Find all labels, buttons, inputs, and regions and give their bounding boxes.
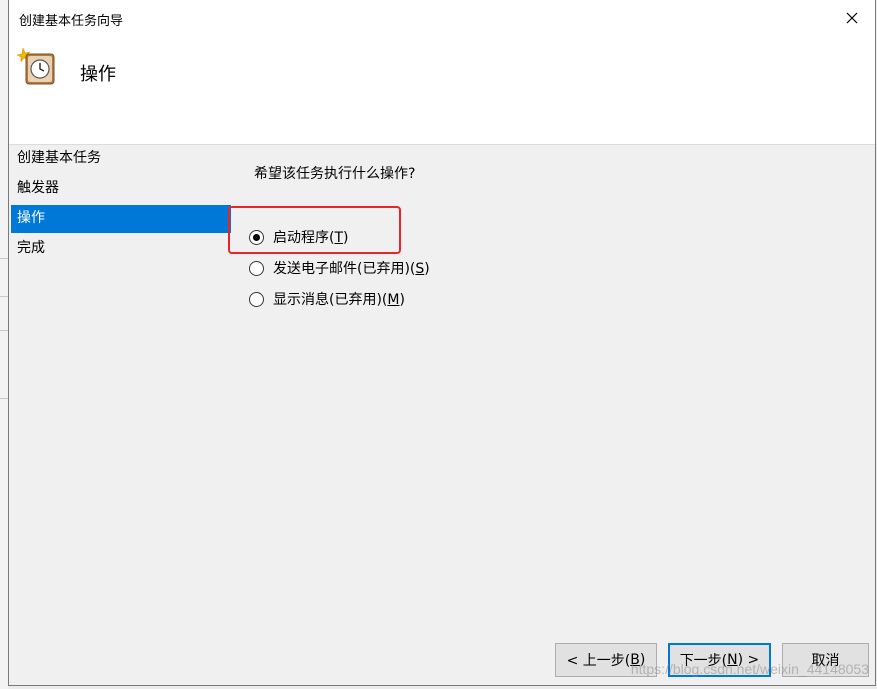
background-divider: [0, 398, 8, 399]
action-question: 希望该任务执行什么操作?: [254, 166, 416, 182]
step-action[interactable]: 操作: [11, 205, 231, 233]
background-divider: [0, 330, 8, 331]
step-create-basic-task[interactable]: 创建基本任务: [11, 145, 231, 173]
radio-send-email[interactable]: 发送电子邮件(已弃用)(S): [249, 257, 430, 279]
radio-label: 发送电子邮件(已弃用)(S): [273, 261, 430, 277]
page-title: 操作: [80, 64, 116, 85]
background-divider: [0, 258, 8, 259]
background-divider: [0, 296, 8, 297]
wizard-steps: 创建基本任务 触发器 操作 完成: [11, 145, 231, 265]
step-finish[interactable]: 完成: [11, 235, 231, 263]
title-bar: 创建基本任务向导: [9, 0, 875, 36]
background-window-edge: [0, 0, 8, 689]
window-title: 创建基本任务向导: [19, 14, 124, 29]
radio-button[interactable]: [249, 291, 264, 307]
radio-display-message[interactable]: 显示消息(已弃用)(M): [249, 288, 405, 310]
radio-button-checked[interactable]: [249, 229, 264, 245]
wizard-dialog: 创建基本任务向导 操作 创建基本任务 触发器 操作 完成 希望该任务执行什么操作…: [8, 0, 876, 686]
close-icon: [846, 12, 858, 24]
radio-button[interactable]: [249, 260, 264, 276]
watermark-text: https://blog.csdn.net/weixin_44148053: [630, 661, 869, 677]
step-trigger[interactable]: 触发器: [11, 175, 231, 203]
close-button[interactable]: [829, 0, 875, 36]
radio-label: 显示消息(已弃用)(M): [273, 292, 405, 308]
clock-icon: [17, 47, 55, 85]
wizard-header: 操作: [9, 36, 875, 145]
radio-label: 启动程序(T): [273, 230, 349, 246]
radio-start-program[interactable]: 启动程序(T): [249, 226, 349, 248]
